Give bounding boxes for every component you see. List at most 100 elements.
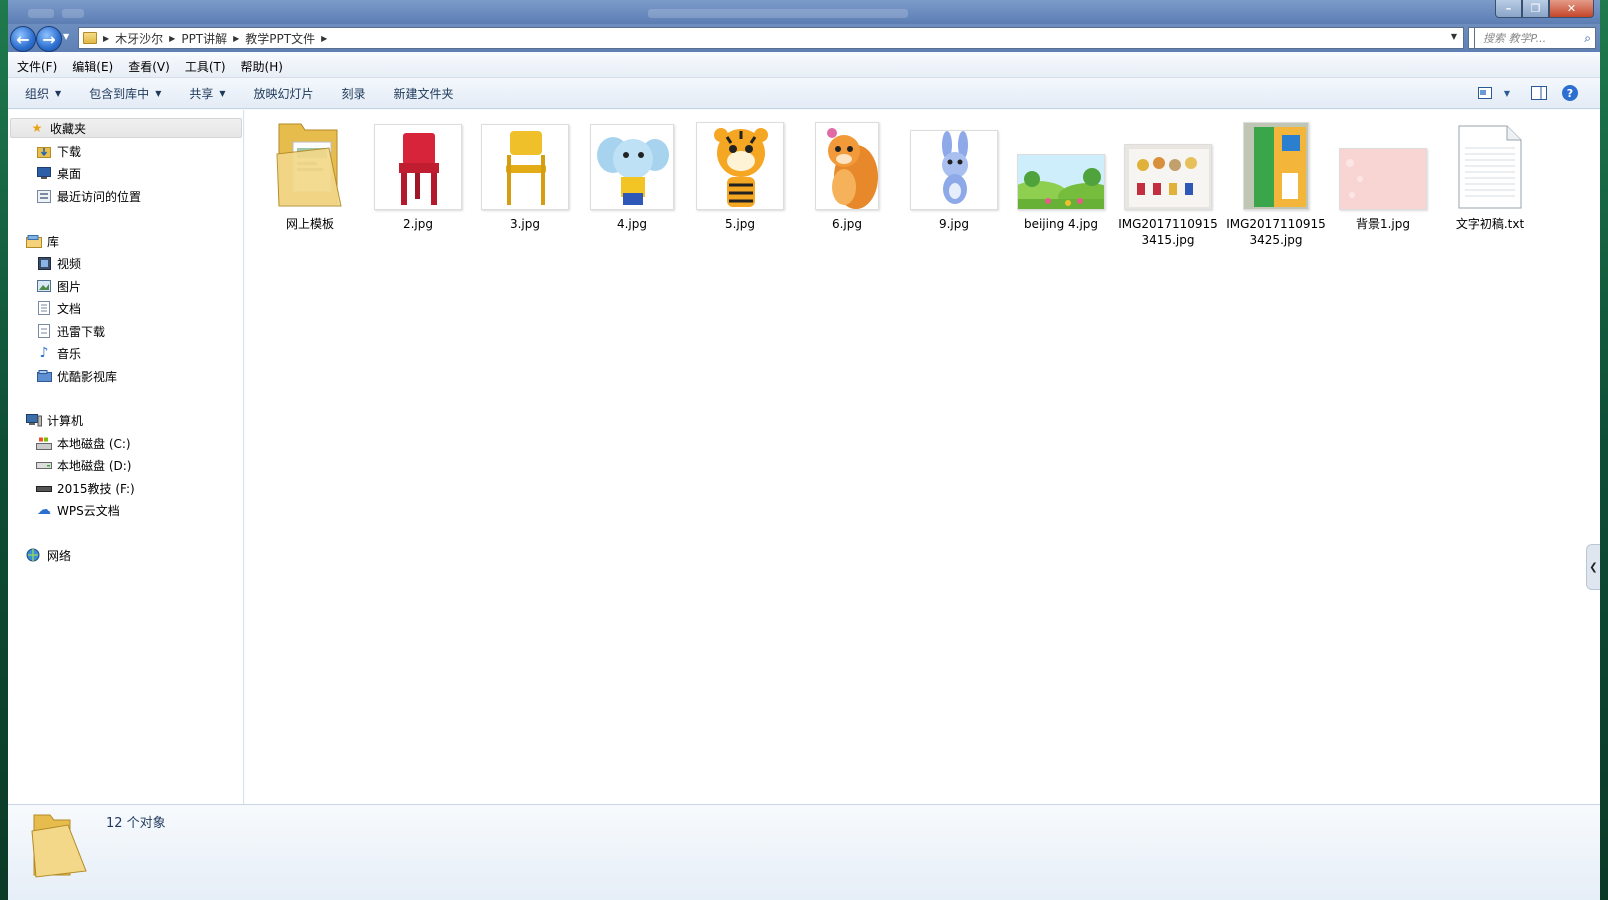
tiger-thumbnail [690,118,790,210]
maximize-button[interactable]: ❐ [1522,0,1549,18]
sidebar-item-downloads[interactable]: 下载 [8,141,244,161]
close-button[interactable]: ✕ [1549,0,1594,18]
sidebar-item-documents[interactable]: 文档 [8,298,244,318]
downloads-folder-icon [36,144,52,158]
sidebar-item-favorites[interactable]: ★ 收藏夹 [10,118,242,138]
sidebar-label: 计算机 [47,413,84,428]
sidebar-item-drive-c[interactable]: 本地磁盘 (C:) [8,433,244,453]
file-name: 5.jpg [724,217,756,231]
text-file-icon [1440,118,1540,210]
menu-view[interactable]: 查看(V) [128,58,170,75]
sidebar-item-pictures[interactable]: 图片 [8,276,244,296]
sidebar-item-wps-cloud[interactable]: ☁ WPS云文档 [8,500,244,520]
yellow-chair-thumbnail [475,118,575,210]
file-item-image[interactable]: 5.jpg [690,118,790,232]
sidebar-item-thunder-downloads[interactable]: 迅雷下载 [8,321,244,341]
file-item-text[interactable]: 文字初稿.txt [1440,118,1540,232]
sidebar-item-music[interactable]: ♪ 音乐 [8,343,244,363]
file-name: IMG20171109153425.jpg [1226,217,1326,247]
slideshow-label: 放映幻灯片 [253,86,314,101]
sidebar-label: 收藏夹 [50,121,87,136]
file-item-image[interactable]: 4.jpg [582,118,682,232]
sidebar-item-videos[interactable]: 视频 [8,253,244,273]
organize-button[interactable]: 组织 ▼ [25,85,61,102]
sidebar-label: 视频 [57,256,82,271]
sidebar-item-network[interactable]: 网络 [8,545,244,565]
burn-button[interactable]: 刻录 [342,85,366,102]
breadcrumb-item[interactable]: PPT讲解 [181,30,227,47]
chevron-right-icon[interactable]: ▶ [169,34,175,43]
sidebar-item-libraries[interactable]: 库 [8,231,244,251]
file-name: 背景1.jpg [1355,217,1411,231]
address-dropdown-icon[interactable]: ▼ [1451,32,1457,41]
sidebar-label: 2015教技 (F:) [57,481,135,496]
file-item-image[interactable]: IMG20171109153415.jpg [1118,118,1218,248]
menu-help[interactable]: 帮助(H) [241,58,283,75]
search-input[interactable]: 搜索 教学P... ⌕ [1474,27,1596,49]
file-item-image[interactable]: 背景1.jpg [1333,118,1433,232]
sidebar-item-drive-f[interactable]: 2015教技 (F:) [8,478,244,498]
new-folder-label: 新建文件夹 [393,86,454,101]
file-item-image[interactable]: 9.jpg [904,118,1004,232]
file-list[interactable]: 网上模板 2.jpg 3.jpg 4.jpg 5.jpg 6.jpg 9.jpg… [245,110,1600,804]
star-icon: ★ [31,121,43,135]
share-button[interactable]: 共享 ▼ [189,85,225,102]
minimize-button[interactable]: – [1495,0,1522,18]
folder-icon [83,32,97,44]
new-folder-button[interactable]: 新建文件夹 [394,85,454,102]
photo-cards-thumbnail [1118,118,1218,210]
view-dropdown-icon[interactable]: ▼ [1498,84,1516,102]
file-item-image[interactable]: IMG20171109153425.jpg [1226,118,1326,248]
back-button[interactable]: ← [10,26,36,52]
chevron-down-icon: ▼ [155,88,162,98]
view-options-icon[interactable] [1476,84,1494,102]
chevron-right-icon[interactable]: ▶ [233,34,239,43]
file-item-image[interactable]: 3.jpg [475,118,575,232]
chevron-right-icon[interactable]: ▶ [321,34,327,43]
search-icon[interactable]: ⌕ [1584,31,1591,46]
address-row: ← → ▼ ▶ 木牙沙尔 ▶ PPT讲解 ▶ 教学PPT文件 ▶ ▼ ⇆ 搜索 … [8,24,1600,52]
sidebar-label: 音乐 [57,346,82,361]
sidebar-label: 网络 [47,548,72,563]
help-icon[interactable]: ? [1562,85,1578,101]
file-item-image[interactable]: beijing 4.jpg [1011,118,1111,232]
slideshow-button[interactable]: 放映幻灯片 [254,85,314,102]
sidebar-label: WPS云文档 [57,503,120,518]
sidebar-item-desktop[interactable]: 桌面 [8,163,244,183]
sidebar-item-computer[interactable]: 计算机 [8,410,244,430]
arrow-left-icon: ← [16,29,30,49]
removable-drive-icon [36,481,52,495]
forward-button[interactable]: → [36,26,62,52]
burn-label: 刻录 [341,86,366,101]
breadcrumb-item[interactable]: 木牙沙尔 [115,30,163,47]
menu-edit[interactable]: 编辑(E) [72,58,113,75]
search-placeholder: 搜索 教学P... [1483,32,1547,45]
history-dropdown-icon[interactable]: ▼ [63,32,69,41]
sidebar-item-youku[interactable]: 优酷影视库 [8,366,244,386]
system-drive-icon [36,436,52,450]
sidebar-item-recent[interactable]: 最近访问的位置 [8,186,244,206]
cloud-icon: ☁ [37,502,51,518]
details-pane: 12 个对象 [8,804,1600,900]
computer-icon [26,413,42,427]
sidebar-label: 图片 [57,279,82,294]
file-name: beijing 4.jpg [1023,217,1099,231]
pane-collapse-handle[interactable]: ❮ [1586,544,1600,590]
menu-tools[interactable]: 工具(T) [185,58,226,75]
picture-library-icon [36,279,52,293]
chevron-right-icon[interactable]: ▶ [103,34,109,43]
address-bar[interactable]: ▶ 木牙沙尔 ▶ PPT讲解 ▶ 教学PPT文件 ▶ ▼ [78,27,1464,49]
sidebar-label: 下载 [57,144,82,159]
sidebar-label: 最近访问的位置 [57,189,142,204]
file-name: 4.jpg [616,217,648,231]
file-item-image[interactable]: 2.jpg [368,118,468,232]
sidebar-item-drive-d[interactable]: 本地磁盘 (D:) [8,455,244,475]
menu-file[interactable]: 文件(F) [17,58,57,75]
file-item-folder[interactable]: 网上模板 [260,118,360,232]
file-name: 6.jpg [831,217,863,231]
title-bar[interactable]: – ❐ ✕ [8,0,1600,26]
include-in-library-button[interactable]: 包含到库中 ▼ [89,85,161,102]
breadcrumb-item[interactable]: 教学PPT文件 [245,30,315,47]
file-item-image[interactable]: 6.jpg [797,118,897,232]
preview-pane-icon[interactable] [1530,84,1548,102]
